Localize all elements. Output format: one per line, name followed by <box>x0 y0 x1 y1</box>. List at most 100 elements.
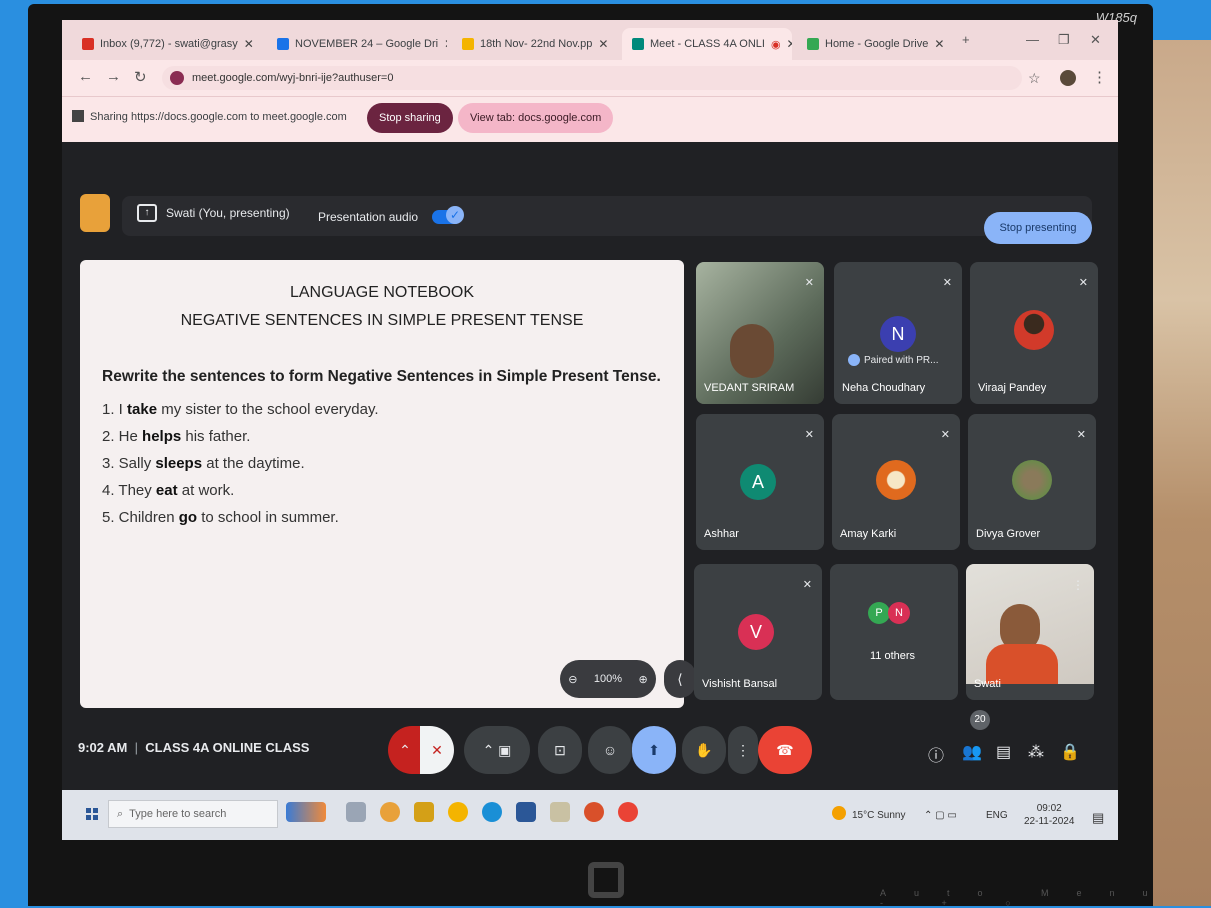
bookmark-star-icon[interactable]: ☆ <box>1028 70 1041 87</box>
tab-home-drive[interactable]: Home - Google Drive ✕ <box>797 28 952 60</box>
people-icon[interactable]: 👥 <box>962 742 982 762</box>
close-icon[interactable]: ✕ <box>598 37 608 51</box>
list-item: 5. Children go to school in summer. <box>102 509 339 526</box>
info-icon[interactable]: ⓘ <box>928 742 944 766</box>
zoom-in-icon[interactable]: ⊕ <box>639 673 648 686</box>
tab-gmail[interactable]: Inbox (9,772) - swati@grasy ✕ <box>72 28 262 60</box>
participant-tile[interactable]: ✕ VEDANT SRIRAM <box>696 262 824 404</box>
participant-tile[interactable]: ✕ Amay Karki <box>832 414 960 550</box>
mic-off-icon: ✕ <box>802 579 812 591</box>
sharing-notice: Sharing https://docs.google.com to meet.… <box>90 111 347 123</box>
presented-document: LANGUAGE NOTEBOOK NEGATIVE SENTENCES IN … <box>80 260 696 708</box>
close-icon[interactable]: ✕ <box>444 37 447 51</box>
presenter-label: Swati (You, presenting) <box>166 206 290 220</box>
back-icon[interactable]: ← <box>78 68 93 85</box>
new-tab-button[interactable]: + <box>962 32 970 47</box>
more-options-icon[interactable]: ⋮ <box>1072 578 1084 592</box>
url-bar[interactable]: meet.google.com/wyj-bnri-ije?authuser=0 <box>162 66 1022 90</box>
menu-kebab-icon[interactable]: ⋮ <box>1092 68 1107 86</box>
others-tile[interactable]: P N 11 others <box>830 564 958 700</box>
avatar <box>1012 460 1052 500</box>
activities-badge[interactable] <box>80 194 110 232</box>
meeting-title: CLASS 4A ONLINE CLASS <box>145 740 310 755</box>
share-icon[interactable]: ⟨ <box>664 660 696 698</box>
recording-dot-icon: ◉ <box>770 38 781 51</box>
presentation-audio-label: Presentation audio <box>318 210 419 224</box>
reload-icon[interactable]: ↻ <box>134 68 147 86</box>
tab-slides[interactable]: 18th Nov- 22nd Nov.pp ✕ <box>452 28 617 60</box>
participant-name: Amay Karki <box>840 528 897 540</box>
mic-off-icon: ✕ <box>1078 277 1088 289</box>
sentence-list: 1. I take my sister to the school everyd… <box>102 396 379 531</box>
minimize-icon[interactable]: — <box>1026 32 1039 47</box>
close-window-icon[interactable]: ✕ <box>1090 32 1101 48</box>
stop-sharing-button[interactable]: Stop sharing <box>367 103 453 133</box>
gmail-icon <box>82 38 94 50</box>
list-item: 2. He helps his father. <box>102 428 251 445</box>
monitor-logo <box>588 862 624 898</box>
tab-label: NOVEMBER 24 – Google Dri <box>295 38 439 50</box>
present-screen-icon: ↑ <box>137 204 157 222</box>
participant-tile[interactable]: ✕ Divya Grover <box>968 414 1096 550</box>
participant-count-badge: 20 <box>970 710 990 730</box>
edge-icon[interactable] <box>482 802 502 822</box>
close-icon[interactable]: ✕ <box>244 37 254 51</box>
forward-icon[interactable]: → <box>106 68 121 85</box>
self-tile[interactable]: ⋮ Swati <box>966 564 1094 700</box>
zoom-out-icon[interactable]: ⊖ <box>568 673 577 686</box>
participant-tile[interactable]: A ✕ Ashhar <box>696 414 824 550</box>
participant-tile[interactable]: N ✕ Paired with PR... Neha Choudhary <box>834 262 962 404</box>
app-icon[interactable] <box>380 802 400 822</box>
chrome-icon[interactable] <box>618 802 638 822</box>
stop-presenting-button[interactable]: Stop presenting <box>984 212 1092 244</box>
activities-icon[interactable]: ⁂ <box>1028 742 1044 762</box>
close-icon[interactable]: ✕ <box>934 37 944 51</box>
captions-button[interactable]: ⊡ <box>538 726 582 774</box>
document-subtitle: NEGATIVE SENTENCES IN SIMPLE PRESENT TEN… <box>180 312 584 329</box>
emoji-button[interactable]: ☺ <box>588 726 632 774</box>
screen-share-icon <box>72 110 84 122</box>
participant-face <box>730 324 774 378</box>
raise-hand-button[interactable]: ✋ <box>682 726 726 774</box>
monitor-buttons-label: Auto Menu - + ○ <box>880 888 1176 908</box>
participant-tile[interactable]: V ✕ Vishisht Bansal <box>694 564 822 700</box>
app-icon[interactable] <box>584 802 604 822</box>
site-info-icon[interactable] <box>170 71 184 85</box>
tab-meet[interactable]: Meet - CLASS 4A ONLI ◉ ✕ <box>622 28 792 60</box>
participant-name: Swati <box>974 678 1001 690</box>
avatar <box>1014 310 1054 350</box>
close-icon[interactable]: ✕ <box>787 37 792 51</box>
app-icon[interactable] <box>550 802 570 822</box>
chat-icon[interactable]: ▤ <box>996 742 1011 762</box>
chrome-icon[interactable] <box>448 802 468 822</box>
more-options-button[interactable]: ⋮ <box>728 726 758 774</box>
notifications-icon[interactable]: ▤ <box>1092 810 1104 826</box>
taskbar-clock[interactable]: 09:02 22-11-2024 <box>1024 802 1074 828</box>
tab-november-drive[interactable]: NOVEMBER 24 – Google Dri ✕ <box>267 28 447 60</box>
zoom-level: 100% <box>593 673 623 685</box>
file-explorer-icon[interactable] <box>414 802 434 822</box>
present-button[interactable]: ⬆ <box>632 726 676 774</box>
view-tab-button[interactable]: View tab: docs.google.com <box>458 103 614 133</box>
taskbar-search[interactable]: ⌕ Type here to search <box>108 800 278 828</box>
check-icon: ✓ <box>446 206 464 224</box>
tray-icons[interactable]: ⌃ ▢ ▭ <box>924 810 957 821</box>
taskbar-widget-icon[interactable] <box>286 802 326 822</box>
mic-off-icon: ✕ <box>804 277 814 289</box>
camera-button[interactable]: ⌃ ▣ <box>464 726 530 774</box>
store-icon[interactable] <box>516 802 536 822</box>
profile-avatar[interactable] <box>1060 70 1076 86</box>
host-controls-icon[interactable]: 🔒 <box>1060 742 1080 762</box>
list-item: 4. They eat at work. <box>102 482 235 499</box>
start-icon[interactable] <box>86 808 98 820</box>
search-icon: ⌕ <box>117 807 124 820</box>
task-view-icon[interactable] <box>346 802 366 822</box>
participant-name: Ashhar <box>704 528 739 540</box>
participant-tile[interactable]: ✕ Viraaj Pandey <box>970 262 1098 404</box>
tab-label: 18th Nov- 22nd Nov.pp <box>480 38 593 50</box>
mic-off-icon: ✕ <box>940 429 950 441</box>
leave-call-button[interactable]: ☎ <box>758 726 812 774</box>
weather-text[interactable]: 15°C Sunny <box>852 810 905 821</box>
language-indicator[interactable]: ENG <box>986 810 1008 821</box>
restore-icon[interactable]: ❐ <box>1058 32 1070 48</box>
